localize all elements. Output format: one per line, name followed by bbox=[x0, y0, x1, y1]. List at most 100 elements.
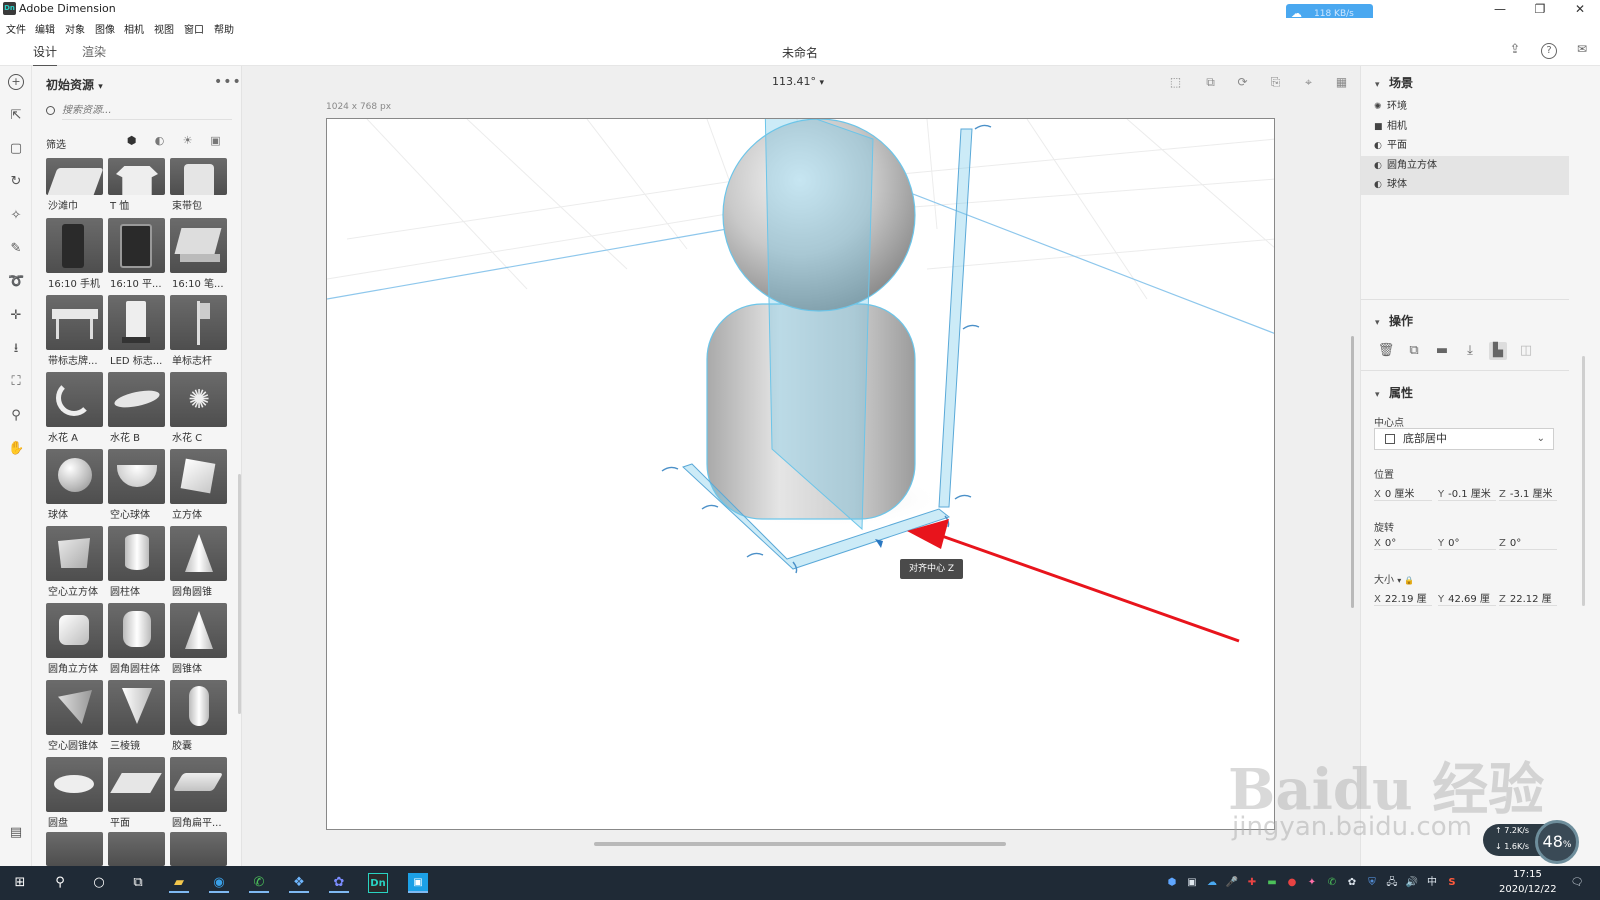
windows-start-icon[interactable]: ⊞ bbox=[10, 873, 30, 893]
wechat-icon[interactable]: ✆ bbox=[249, 873, 269, 893]
snap-icon[interactable]: ⌖ bbox=[1301, 75, 1316, 89]
pivot-select[interactable]: 底部居中 ⌄ bbox=[1374, 428, 1554, 450]
size-z-field[interactable]: Z 22.12 厘 bbox=[1499, 590, 1557, 606]
notification-icon[interactable]: 🗨 bbox=[1570, 876, 1584, 890]
properties-section-header[interactable]: ▾ 属性 bbox=[1375, 384, 1413, 401]
transform-icon[interactable]: ⧉ bbox=[1203, 75, 1218, 89]
asset-tile-hollowcone[interactable]: 空心圆锥体 bbox=[46, 680, 103, 752]
restore-button[interactable]: ❐ bbox=[1520, 1, 1560, 17]
search-icon[interactable]: ⚲ bbox=[50, 873, 70, 893]
convert-icon[interactable]: ◫ bbox=[1517, 342, 1535, 360]
scene-item-4[interactable]: ◐ 球体 bbox=[1361, 175, 1569, 195]
feedback-icon[interactable]: ✉ bbox=[1574, 43, 1590, 59]
rotate-view-icon[interactable]: ⟳ bbox=[1235, 75, 1250, 89]
asset-tile-prism[interactable]: 三棱镜 bbox=[108, 680, 165, 752]
delete-icon[interactable]: 🗑 bbox=[1377, 342, 1395, 360]
ime-indicator[interactable]: 中 bbox=[1425, 876, 1439, 890]
cortana-icon[interactable]: ○ bbox=[89, 873, 109, 893]
tray-baidu-icon[interactable]: ✿ bbox=[1345, 876, 1359, 890]
tray-record-icon[interactable]: ● bbox=[1285, 876, 1299, 890]
close-button[interactable]: ✕ bbox=[1560, 1, 1600, 17]
position-x-field[interactable]: X0 厘米 bbox=[1374, 485, 1432, 501]
render-preview-icon[interactable]: ▦ bbox=[1334, 75, 1349, 89]
asset-tile-tablet[interactable]: 16:10 平... bbox=[108, 218, 165, 290]
move-tool-icon[interactable]: ✛ bbox=[8, 308, 24, 324]
menu-help[interactable]: 帮助 bbox=[214, 21, 234, 36]
share-icon[interactable]: ⇪ bbox=[1507, 43, 1523, 59]
tray-wechat-icon[interactable]: ✆ bbox=[1325, 876, 1339, 890]
scene-item-0[interactable]: ✺ 环境 bbox=[1361, 97, 1569, 117]
add-content-icon[interactable]: + bbox=[8, 74, 24, 90]
group-folder-icon[interactable]: ▬ bbox=[1433, 342, 1451, 360]
tray-cloud-icon[interactable]: ☁ bbox=[1205, 876, 1219, 890]
assets-title[interactable]: 初始资源 ▾ bbox=[46, 76, 103, 93]
baidu-app-icon[interactable]: ✿ bbox=[329, 873, 349, 893]
tray-cube-icon[interactable]: ⬢ bbox=[1165, 876, 1179, 890]
screenshot-app-icon[interactable]: ▣ bbox=[408, 873, 428, 893]
tray-green-icon[interactable]: ▬ bbox=[1265, 876, 1279, 890]
tray-app-icon[interactable]: ✦ bbox=[1305, 876, 1319, 890]
asset-tile-towel[interactable]: 沙滩巾 bbox=[46, 140, 103, 212]
tray-shield-icon[interactable]: ⛨ bbox=[1365, 876, 1379, 890]
size-label[interactable]: 大小 ▾ 🔒 bbox=[1374, 571, 1414, 586]
scene-canvas[interactable] bbox=[326, 118, 1275, 830]
tab-render[interactable]: 渲染 bbox=[82, 43, 106, 60]
tray-camera-icon[interactable]: ▣ bbox=[1185, 876, 1199, 890]
sample-tool-icon[interactable]: ✎ bbox=[8, 241, 24, 257]
assets-scrollbar[interactable] bbox=[238, 474, 241, 714]
task-view-icon[interactable]: ⧉ bbox=[128, 873, 148, 893]
asset-tile-splashB[interactable]: 水花 B bbox=[108, 372, 165, 444]
volume-icon[interactable]: 🔊 bbox=[1405, 876, 1419, 890]
photo-app-icon[interactable]: ❖ bbox=[289, 873, 309, 893]
marquee-tool-icon[interactable]: ▢ bbox=[8, 141, 24, 157]
dimension-app-icon[interactable]: Dn bbox=[368, 873, 388, 893]
asset-tile-phone[interactable]: 16:10 手机 bbox=[46, 218, 103, 290]
tray-mic-icon[interactable]: 🎤 bbox=[1225, 876, 1239, 890]
vertical-scrollbar[interactable] bbox=[1351, 336, 1354, 608]
rotation-x-field[interactable]: X 0° bbox=[1374, 538, 1432, 550]
asset-tile-cylinder[interactable]: 圆柱体 bbox=[108, 526, 165, 598]
scene-item-2[interactable]: ◐ 平面 bbox=[1361, 136, 1569, 156]
menu-edit[interactable]: 编辑 bbox=[35, 21, 55, 36]
scene-section-header[interactable]: ▾ 场景 bbox=[1375, 74, 1413, 91]
menu-view[interactable]: 视图 bbox=[154, 21, 174, 36]
copy-view-icon[interactable]: ⎘ bbox=[1268, 75, 1283, 89]
asset-tile-flatbox[interactable]: 圆角扁平... bbox=[170, 757, 227, 829]
scene-item-1[interactable]: ■ 相机 bbox=[1361, 117, 1569, 137]
asset-tile-splashA[interactable]: 水花 A bbox=[46, 372, 103, 444]
rotation-z-field[interactable]: Z 0° bbox=[1499, 538, 1557, 550]
actions-section-header[interactable]: ▾ 操作 bbox=[1375, 312, 1413, 329]
sogou-ime-icon[interactable]: S bbox=[1445, 876, 1459, 890]
lock-icon[interactable]: 🔒 bbox=[1404, 576, 1414, 585]
asset-tile-cone[interactable]: 圆角圆锥 bbox=[170, 526, 227, 598]
tray-network-icon[interactable]: 🖧 bbox=[1385, 876, 1399, 890]
drop-to-ground-action-icon[interactable]: ⤓ bbox=[1461, 342, 1479, 360]
asset-tile-cube[interactable]: 立方体 bbox=[170, 449, 227, 521]
zoom-tool-icon[interactable]: ⚲ bbox=[8, 408, 24, 424]
orbit-tool-icon[interactable]: ↻ bbox=[8, 174, 24, 190]
speed-widget[interactable]: ↑ 7.2K/s ↓ 1.6K/s 48% bbox=[1483, 820, 1583, 864]
more-options-icon[interactable]: ••• bbox=[214, 74, 242, 90]
select-tool-icon[interactable]: ⇱ bbox=[8, 108, 24, 124]
asset-tile-hollowcube[interactable]: 空心立方体 bbox=[46, 526, 103, 598]
clock-time[interactable]: 17:15 bbox=[1513, 869, 1542, 880]
asset-tile-plane[interactable]: 平面 bbox=[108, 757, 165, 829]
asset-tile-flag[interactable]: 单标志杆 bbox=[170, 295, 227, 367]
menu-window[interactable]: 窗口 bbox=[184, 21, 204, 36]
asset-thumbnail[interactable] bbox=[170, 832, 227, 866]
duplicate-icon[interactable]: ⧉ bbox=[1405, 342, 1423, 360]
clock-date[interactable]: 2020/12/22 bbox=[1499, 884, 1557, 895]
size-x-field[interactable]: X 22.19 厘 bbox=[1374, 590, 1432, 606]
hand-tool-icon[interactable]: ✋ bbox=[8, 441, 24, 457]
camera-fov-dropdown[interactable]: 113.41° ▾ bbox=[772, 75, 824, 88]
right-panel-scrollbar[interactable] bbox=[1582, 356, 1585, 606]
asset-tile-disc[interactable]: 圆盘 bbox=[46, 757, 103, 829]
scene-item-3[interactable]: ◐ 圆角立方体 bbox=[1361, 155, 1569, 176]
asset-tile-roundcube[interactable]: 圆角立方体 bbox=[46, 603, 103, 675]
drop-to-ground-icon[interactable]: ⭳ bbox=[8, 341, 24, 357]
horizon-tool-icon[interactable]: ⛶ bbox=[8, 374, 24, 390]
tray-security-icon[interactable]: ✚ bbox=[1245, 876, 1259, 890]
asset-tile-ledsign[interactable]: LED 标志... bbox=[108, 295, 165, 367]
browser-icon[interactable]: ◉ bbox=[209, 873, 229, 893]
search-input[interactable] bbox=[62, 102, 232, 120]
